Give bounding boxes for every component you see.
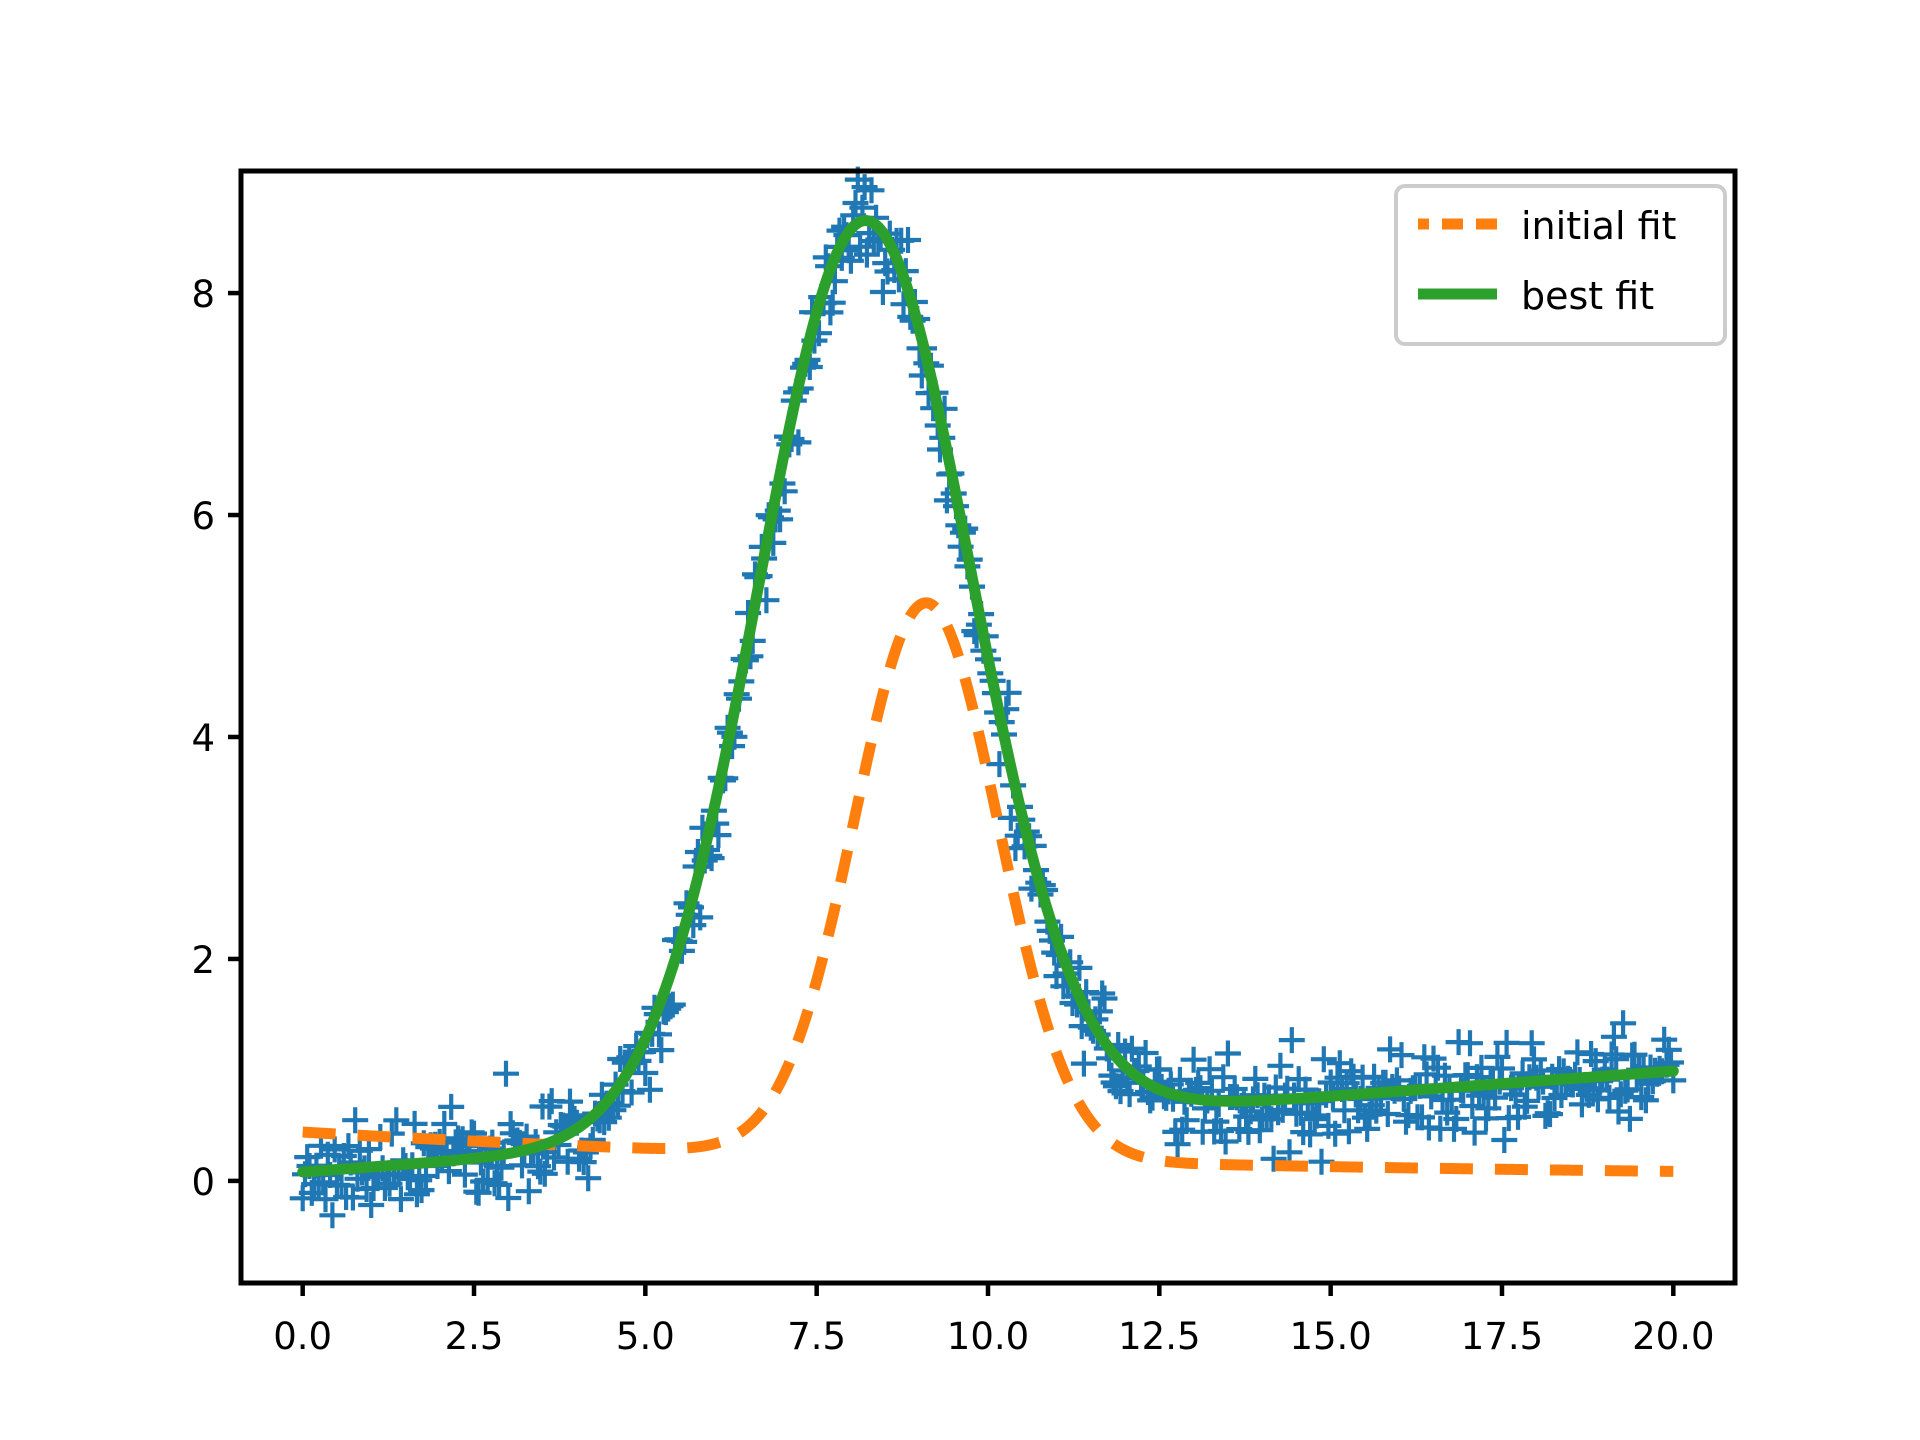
- y-tick-label: 8: [191, 273, 215, 316]
- y-tick-label: 6: [191, 495, 215, 538]
- x-tick-label: 2.5: [445, 1315, 504, 1358]
- x-tick-label: 20.0: [1632, 1315, 1714, 1358]
- legend-label-initial-fit: initial fit: [1521, 204, 1676, 248]
- x-tick-label: 5.0: [616, 1315, 675, 1358]
- x-tick-label: 7.5: [787, 1315, 846, 1358]
- x-tick-label: 12.5: [1118, 1315, 1200, 1358]
- y-tick-label: 4: [191, 717, 215, 760]
- x-tick-label: 0.0: [273, 1315, 332, 1358]
- plot-svg: 0.0 2.5 5.0 7.5 10.0 12.5 15.0 17.5 20.0 0 2 4 6 8 i…: [0, 0, 1920, 1440]
- matplotlib-figure: 0.0 2.5 5.0 7.5 10.0 12.5 15.0 17.5 20.0 0 2 4 6 8 i…: [0, 0, 1920, 1440]
- figure-canvas: 0.0 2.5 5.0 7.5 10.0 12.5 15.0 17.5 20.0 0 2 4 6 8 i…: [0, 0, 1920, 1440]
- y-tick-label: 0: [191, 1161, 215, 1204]
- y-tick-label: 2: [191, 939, 215, 982]
- legend-label-best-fit: best fit: [1521, 274, 1654, 318]
- x-tick-label: 15.0: [1289, 1315, 1371, 1358]
- x-tick-label: 17.5: [1461, 1315, 1543, 1358]
- legend[interactable]: initial fit best fit: [1394, 184, 1727, 346]
- x-tick-label: 10.0: [947, 1315, 1029, 1358]
